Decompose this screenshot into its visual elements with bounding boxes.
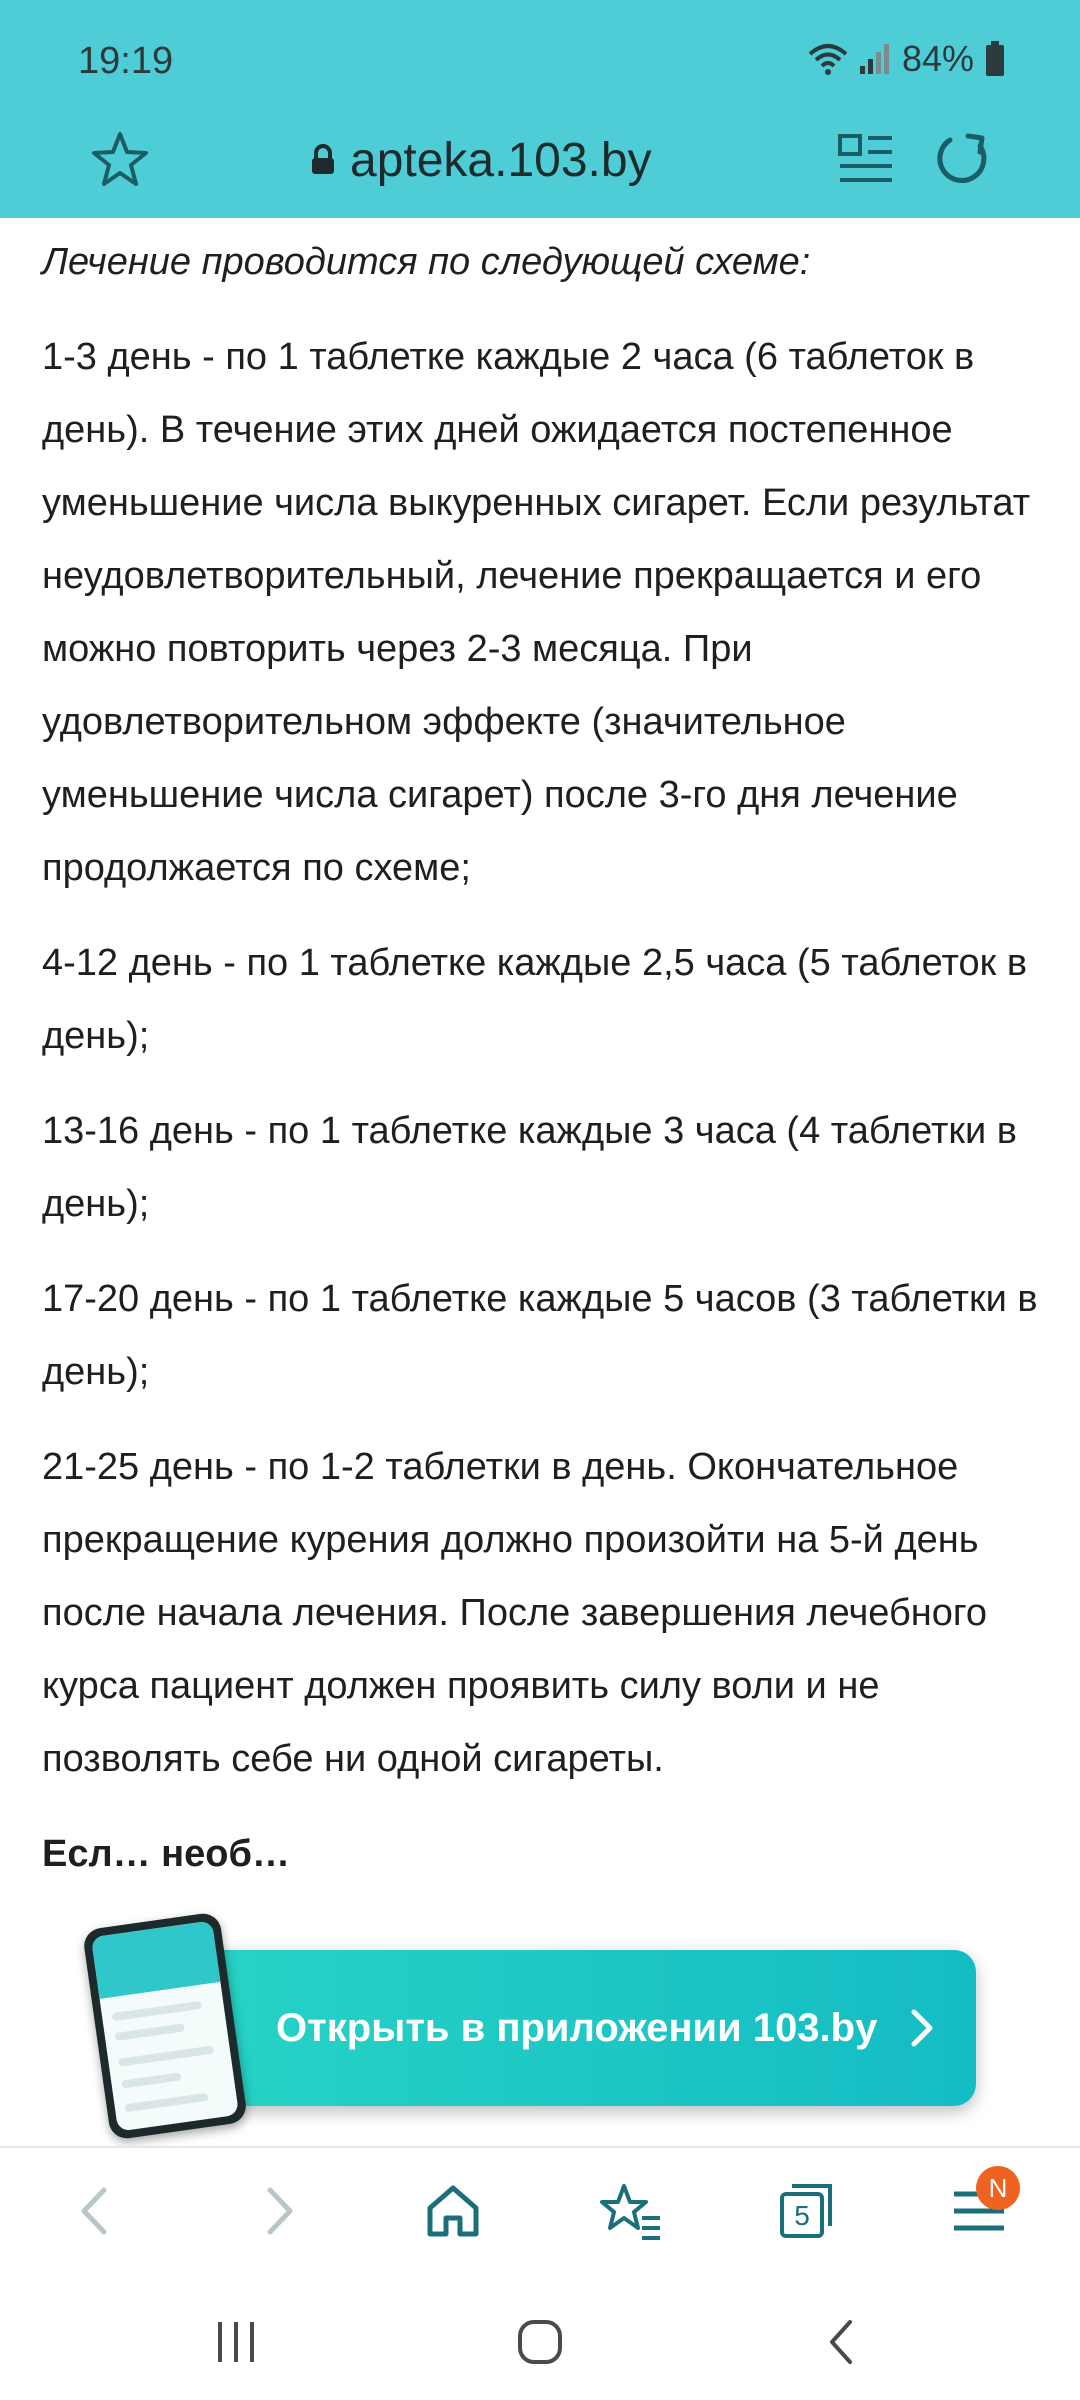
battery-icon xyxy=(986,41,1004,76)
menu-badge: N xyxy=(976,2166,1020,2210)
partial-heading: Есл… необ… xyxy=(42,1833,290,1875)
star-icon[interactable] xyxy=(88,128,152,192)
signal-icon xyxy=(859,44,889,74)
app-phone-illustration xyxy=(81,1911,249,2141)
tabs-button[interactable]: 5 xyxy=(774,2178,840,2244)
paragraph: 4-12 день - по 1 таблетке каждые 2,5 час… xyxy=(42,942,1028,1057)
back-icon[interactable] xyxy=(64,2178,130,2244)
status-time: 19:19 xyxy=(78,40,174,82)
url-text: apteka.103.by xyxy=(350,133,652,187)
phone-screen xyxy=(90,1920,240,2132)
wifi-icon xyxy=(808,44,848,75)
status-icons: 84% xyxy=(808,38,1006,80)
paragraph: 21-25 день - по 1-2 таблетки в день. Око… xyxy=(42,1446,987,1780)
battery-percent: 84% xyxy=(901,38,974,79)
reload-icon[interactable] xyxy=(930,128,994,192)
system-nav-bar xyxy=(0,2272,1080,2400)
back-system-icon[interactable] xyxy=(812,2312,872,2372)
browser-toolbar: 5 xyxy=(0,2146,1080,2272)
recents-icon[interactable] xyxy=(206,2312,266,2372)
chevron-right-icon xyxy=(911,2009,933,2047)
open-in-app-banner[interactable]: Открыть в приложении 103.by xyxy=(190,1950,976,2106)
tabs-count: 5 xyxy=(794,2200,810,2231)
address-bar[interactable]: apteka.103.by xyxy=(310,128,652,192)
status-bar: 19:19 84% xyxy=(0,0,1080,110)
url-row: apteka.103.by xyxy=(0,110,1080,218)
home-circle-icon[interactable] xyxy=(510,2312,570,2372)
intro-text: Лечение проводится по следующей схеме: xyxy=(42,241,811,283)
paragraph: 13-16 день - по 1 таблетке каждые 3 часа… xyxy=(42,1110,1017,1225)
bookmarks-icon[interactable] xyxy=(598,2178,664,2244)
browser-top-bar: 19:19 84% apteka.103.by xyxy=(0,0,1080,218)
paragraph: 1-3 день - по 1 таблетке каждые 2 часа (… xyxy=(42,336,1031,889)
forward-icon[interactable] xyxy=(244,2178,310,2244)
article-content: Лечение проводится по следующей схеме: 1… xyxy=(0,218,1080,2146)
lock-icon xyxy=(312,144,334,174)
home-icon[interactable] xyxy=(420,2178,486,2244)
reader-icon[interactable] xyxy=(836,130,896,190)
open-in-app-label: Открыть в приложении 103.by xyxy=(276,2005,878,2050)
paragraph: 17-20 день - по 1 таблетке каждые 5 часо… xyxy=(42,1278,1038,1393)
